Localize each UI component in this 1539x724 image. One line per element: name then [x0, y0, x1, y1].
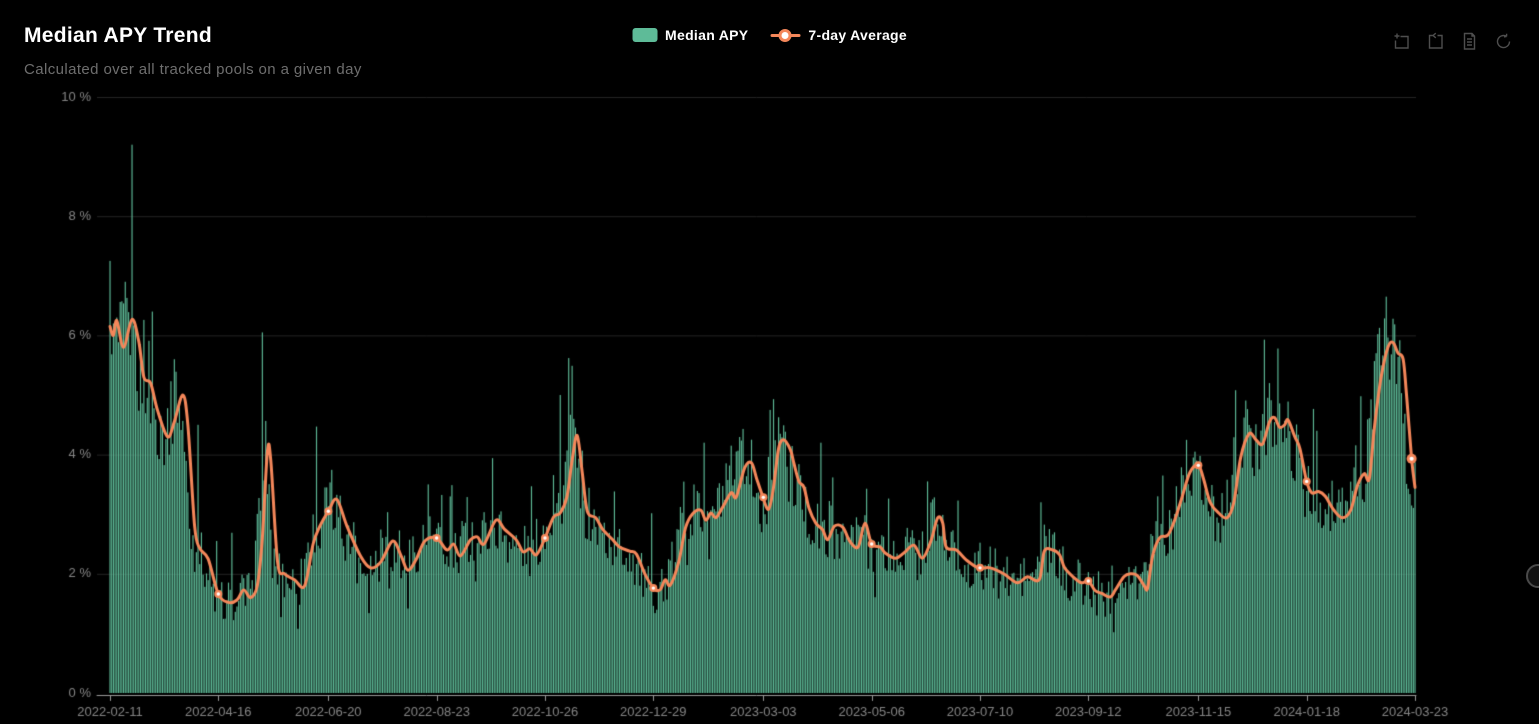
legend-item-median-apy[interactable]: Median APY: [632, 27, 748, 43]
page-subtitle: Calculated over all tracked pools on a g…: [24, 61, 362, 78]
legend-item-7day-average[interactable]: 7-day Average: [770, 27, 907, 43]
toolbox: [1392, 32, 1513, 51]
bar-series-swatch: [632, 28, 657, 42]
legend-label-median-apy: Median APY: [665, 27, 748, 43]
restore-icon[interactable]: [1426, 32, 1445, 51]
legend: Median APY 7-day Average: [632, 27, 907, 43]
data-zoom-icon[interactable]: [1392, 32, 1411, 51]
line-series-swatch: [770, 28, 800, 42]
data-view-icon[interactable]: [1460, 32, 1479, 51]
chart-panel: Median APY Trend Calculated over all tra…: [0, 0, 1539, 724]
page-title: Median APY Trend: [24, 24, 212, 48]
refresh-icon[interactable]: [1494, 32, 1513, 51]
legend-label-7day-average: 7-day Average: [808, 27, 907, 43]
apy-chart-canvas[interactable]: [0, 0, 1539, 724]
